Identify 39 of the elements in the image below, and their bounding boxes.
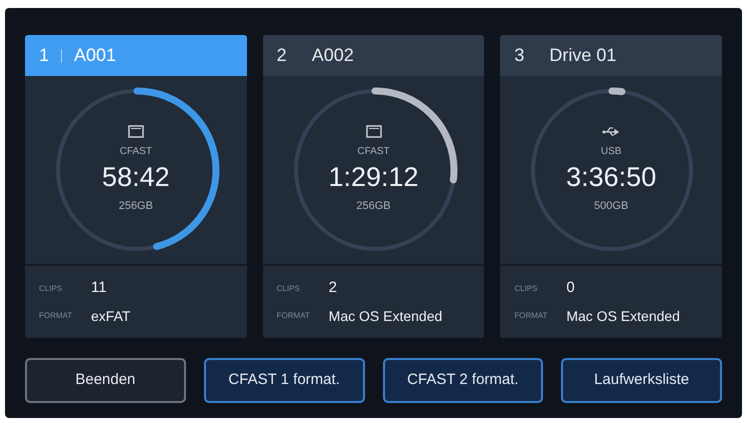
field-label: FORMAT: [514, 310, 549, 322]
clips-count: 11: [91, 278, 108, 298]
format-value: Mac OS Extended: [328, 306, 444, 326]
action-button[interactable]: CFAST 1 format.: [204, 358, 364, 403]
slot-number: 1: [39, 44, 50, 67]
usb-icon: [602, 126, 620, 138]
field-label: FORMAT: [39, 310, 74, 322]
format-value: Mac OS Extended: [566, 306, 681, 326]
capacity-label: 256GB: [356, 199, 391, 214]
media-type: USB: [600, 144, 622, 159]
field-label: CLIPS: [276, 282, 301, 294]
field-label: CLIPS: [39, 282, 64, 294]
card-header[interactable]: 2 A002: [262, 35, 484, 76]
clips-count: 2: [328, 278, 338, 298]
slot-number: 3: [514, 44, 524, 67]
action-button[interactable]: Beenden: [25, 358, 186, 403]
drive-card[interactable]: 1 A001 CFAST 58:42 256GB CLIPS 11 FORMAT exFAT: [25, 35, 247, 338]
media-type: CFAST: [120, 145, 152, 160]
card-header[interactable]: 3 Drive 01: [500, 35, 722, 76]
memory-card-icon: [366, 125, 382, 138]
drive-name: Drive 01: [549, 44, 616, 67]
drive-card[interactable]: 3 Drive 01 USB 3:36:50 500GB CLIPS 0 FORMAT Mac OS Extended: [500, 35, 722, 338]
capacity-label: 500GB: [594, 198, 628, 214]
action-button[interactable]: Laufwerksliste: [561, 358, 722, 403]
drive-name: A001: [74, 44, 116, 67]
media-type: CFAST: [357, 145, 390, 160]
memory-card-icon: [128, 125, 144, 138]
slot-number: 2: [276, 44, 287, 67]
field-label: FORMAT: [276, 310, 311, 322]
remaining-time: 58:42: [102, 161, 170, 194]
remaining-time: 1:29:12: [328, 161, 419, 194]
action-button[interactable]: CFAST 2 format.: [382, 358, 544, 403]
clips-count: 0: [566, 278, 576, 298]
capacity-label: 256GB: [118, 199, 153, 214]
remaining-time: 3:36:50: [566, 160, 656, 194]
field-label: CLIPS: [514, 282, 538, 294]
drive-card[interactable]: 2 A002 CFAST 1:29:12 256GB CLIPS 2 FORMAT Mac OS Extended: [262, 35, 484, 338]
format-value: exFAT: [91, 306, 132, 326]
drive-name: A002: [312, 44, 354, 67]
